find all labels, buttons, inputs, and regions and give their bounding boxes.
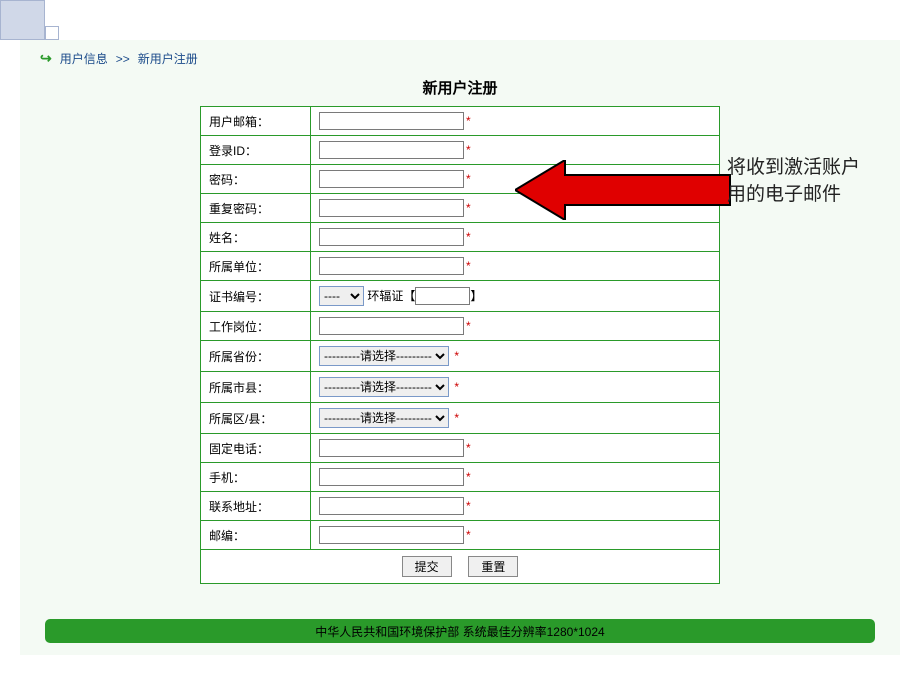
breadcrumb-item-register[interactable]: 新用户注册 xyxy=(138,50,198,67)
required-asterisk: * xyxy=(466,201,471,215)
cert-number-field[interactable] xyxy=(415,287,470,305)
login-label: 登录ID： xyxy=(201,136,311,165)
required-asterisk: * xyxy=(466,441,471,455)
page-title: 新用户注册 xyxy=(30,77,890,98)
province-select[interactable]: ---------请选择--------- xyxy=(319,346,449,366)
password-label: 密码： xyxy=(201,165,311,194)
breadcrumb: ↪ 用户信息 >> 新用户注册 xyxy=(30,50,890,67)
red-arrow-annotation-icon xyxy=(515,160,735,220)
required-asterisk: * xyxy=(466,172,471,186)
required-asterisk: * xyxy=(466,528,471,542)
name-field[interactable] xyxy=(319,228,464,246)
page-container: ↪ 用户信息 >> 新用户注册 新用户注册 用户邮箱： * 登录ID： * 密码… xyxy=(20,40,900,655)
address-field[interactable] xyxy=(319,497,464,515)
required-asterisk: * xyxy=(466,143,471,157)
postcode-label: 邮编： xyxy=(201,521,311,550)
district-label: 所属区/县： xyxy=(201,403,311,434)
email-label: 用户邮箱： xyxy=(201,107,311,136)
cert-text-suffix: 】 xyxy=(470,289,482,303)
cert-type-select[interactable]: ---- xyxy=(319,286,364,306)
annotation-line1: 将收到激活账户 xyxy=(727,155,860,182)
phone-label: 固定电话： xyxy=(201,434,311,463)
unit-label: 所属单位： xyxy=(201,252,311,281)
name-label: 姓名： xyxy=(201,223,311,252)
reset-button[interactable]: 重置 xyxy=(468,556,518,577)
required-asterisk: * xyxy=(454,411,459,425)
annotation-text: 将收到激活账户 用的电子邮件 xyxy=(727,155,860,208)
top-decoration xyxy=(0,0,920,40)
cert-text-prefix: 环辐证【 xyxy=(367,289,415,303)
breadcrumb-arrow-icon: ↪ xyxy=(40,50,52,67)
password-field[interactable] xyxy=(319,170,464,188)
cert-label: 证书编号： xyxy=(201,281,311,312)
required-asterisk: * xyxy=(466,230,471,244)
email-field[interactable] xyxy=(319,112,464,130)
province-label: 所属省份： xyxy=(201,341,311,372)
breadcrumb-item-userinfo[interactable]: 用户信息 xyxy=(60,50,108,67)
postcode-field[interactable] xyxy=(319,526,464,544)
mobile-label: 手机： xyxy=(201,463,311,492)
footer-bar: 中华人民共和国环境保护部 系统最佳分辨率1280*1024 xyxy=(45,619,875,643)
required-asterisk: * xyxy=(466,319,471,333)
city-select[interactable]: ---------请选择--------- xyxy=(319,377,449,397)
required-asterisk: * xyxy=(454,380,459,394)
annotation-line2: 用的电子邮件 xyxy=(727,182,860,209)
city-label: 所属市县： xyxy=(201,372,311,403)
district-select[interactable]: ---------请选择--------- xyxy=(319,408,449,428)
job-field[interactable] xyxy=(319,317,464,335)
phone-field[interactable] xyxy=(319,439,464,457)
login-field[interactable] xyxy=(319,141,464,159)
required-asterisk: * xyxy=(466,259,471,273)
mobile-field[interactable] xyxy=(319,468,464,486)
submit-button[interactable]: 提交 xyxy=(402,556,452,577)
repassword-field[interactable] xyxy=(319,199,464,217)
required-asterisk: * xyxy=(466,499,471,513)
repassword-label: 重复密码： xyxy=(201,194,311,223)
address-label: 联系地址： xyxy=(201,492,311,521)
required-asterisk: * xyxy=(454,349,459,363)
job-label: 工作岗位： xyxy=(201,312,311,341)
unit-field[interactable] xyxy=(319,257,464,275)
deco-block xyxy=(0,0,45,40)
required-asterisk: * xyxy=(466,470,471,484)
required-asterisk: * xyxy=(466,114,471,128)
deco-block-small xyxy=(45,26,59,40)
breadcrumb-separator: >> xyxy=(116,52,130,66)
